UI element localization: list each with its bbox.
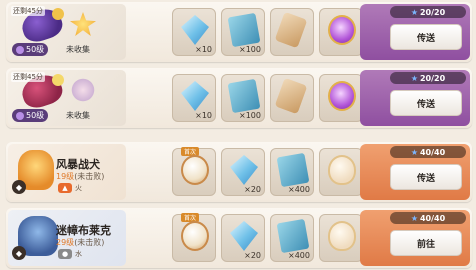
scroll-icon	[274, 11, 308, 49]
diamond-icon	[181, 81, 209, 111]
reward-slot[interactable]: ×400	[270, 214, 314, 262]
boss-level: 29级(未击败)	[56, 238, 105, 247]
teleport-button[interactable]: 传送	[390, 90, 462, 116]
reward-slot[interactable]: ×100	[221, 74, 265, 122]
collect-status: 未收集	[66, 45, 90, 54]
go-button[interactable]: 前往	[390, 230, 462, 256]
teleport-button[interactable]: 传送	[390, 24, 462, 50]
boss-name: 迷幛布莱克	[56, 224, 111, 237]
pet-icon	[71, 78, 95, 102]
book-icon	[227, 12, 261, 48]
purple-orb-icon	[328, 15, 356, 45]
reward-slot[interactable]	[319, 8, 363, 56]
stone-icon	[181, 221, 209, 251]
level-badge: 50级	[12, 43, 49, 56]
reward-list: ×10 ×100	[172, 74, 363, 122]
reward-slot[interactable]: ×400	[270, 148, 314, 196]
reward-slot[interactable]	[270, 74, 314, 122]
element-tag: ▲ 火	[58, 183, 82, 193]
boss-level: 19级(未击败)	[56, 172, 105, 181]
boss-row[interactable]: ◆ 风暴战犬 19级(未击败) ▲ 火 首次 ×20 ×400 ★ 40/40 传送	[6, 142, 472, 202]
progress-counter: ★ 40/40	[390, 212, 466, 224]
progress-counter: ★ 20/20	[390, 72, 466, 84]
boss-row[interactable]: ◆ 迷幛布莱克 29级(未击败) ● 水 首次 ×20 ×400 ★ 40/40 前…	[6, 208, 472, 268]
purple-orb-icon	[328, 81, 356, 111]
reward-list: 首次 ×20 ×400	[172, 213, 363, 262]
action-panel: ★ 20/20 传送	[360, 4, 470, 60]
star-icon: ★	[410, 7, 418, 17]
reward-slot[interactable]: ×100	[221, 8, 265, 56]
star-icon: ★	[410, 213, 418, 223]
fire-icon: ▲	[58, 183, 72, 193]
reward-slot[interactable]: ×10	[172, 74, 216, 122]
element-tag: ● 水	[58, 249, 82, 259]
star-icon: ★	[410, 73, 418, 83]
diamond-icon	[181, 15, 209, 45]
book-icon	[276, 218, 310, 254]
book-icon	[227, 78, 261, 114]
dungeon-list: 还剩45分 50级 未收集 ×10 ×100 ★ 20/20 传送 还剩45分 5…	[0, 0, 476, 270]
reward-slot[interactable]: ×20	[221, 214, 265, 262]
action-panel: ★ 40/40 传送	[360, 144, 470, 200]
progress-counter: ★ 40/40	[390, 146, 466, 158]
reward-slot[interactable]	[319, 214, 363, 262]
level-badge: 50级	[12, 109, 49, 122]
water-icon: ●	[58, 249, 72, 259]
boss-portrait: 还剩45分 50级 未收集	[8, 4, 126, 60]
element-icon: ◆	[12, 246, 26, 260]
dungeon-row[interactable]: 还剩45分 50级 未收集 ×10 ×100 ★ 20/20 传送	[6, 2, 472, 62]
reward-slot[interactable]: ×20	[221, 148, 265, 196]
reward-slot[interactable]	[319, 148, 363, 196]
diamond-icon	[230, 221, 258, 251]
reward-list: 首次 ×20 ×400	[172, 147, 363, 196]
timer-label: 还剩45分	[11, 72, 45, 82]
boss-name: 风暴战犬	[56, 158, 100, 171]
diamond-icon	[230, 155, 258, 185]
book-icon	[276, 152, 310, 188]
boss-portrait: 还剩45分 50级 未收集	[8, 70, 126, 126]
reward-slot[interactable]: 首次	[172, 147, 216, 196]
element-icon: ◆	[12, 180, 26, 194]
scroll-icon	[274, 77, 308, 115]
action-panel: ★ 20/20 传送	[360, 70, 470, 126]
reward-slot[interactable]	[270, 8, 314, 56]
reward-slot[interactable]: 首次	[172, 213, 216, 262]
timer-label: 还剩45分	[11, 6, 45, 16]
dungeon-row[interactable]: 还剩45分 50级 未收集 ×10 ×100 ★ 20/20 传送	[6, 68, 472, 128]
reward-slot[interactable]: ×10	[172, 8, 216, 56]
star-icon: ★	[410, 147, 418, 157]
reward-list: ×10 ×100	[172, 8, 363, 56]
egg-icon	[328, 155, 356, 185]
star-pet-icon	[70, 12, 96, 36]
stone-icon	[181, 155, 209, 185]
collect-status: 未收集	[66, 111, 90, 120]
action-panel: ★ 40/40 前往	[360, 210, 470, 266]
reward-slot[interactable]	[319, 74, 363, 122]
boss-portrait: ◆ 风暴战犬 19级(未击败) ▲ 火	[8, 144, 126, 200]
egg-icon	[328, 221, 356, 251]
boss-portrait: ◆ 迷幛布莱克 29级(未击败) ● 水	[8, 210, 126, 266]
progress-counter: ★ 20/20	[390, 6, 466, 18]
teleport-button[interactable]: 传送	[390, 164, 462, 190]
